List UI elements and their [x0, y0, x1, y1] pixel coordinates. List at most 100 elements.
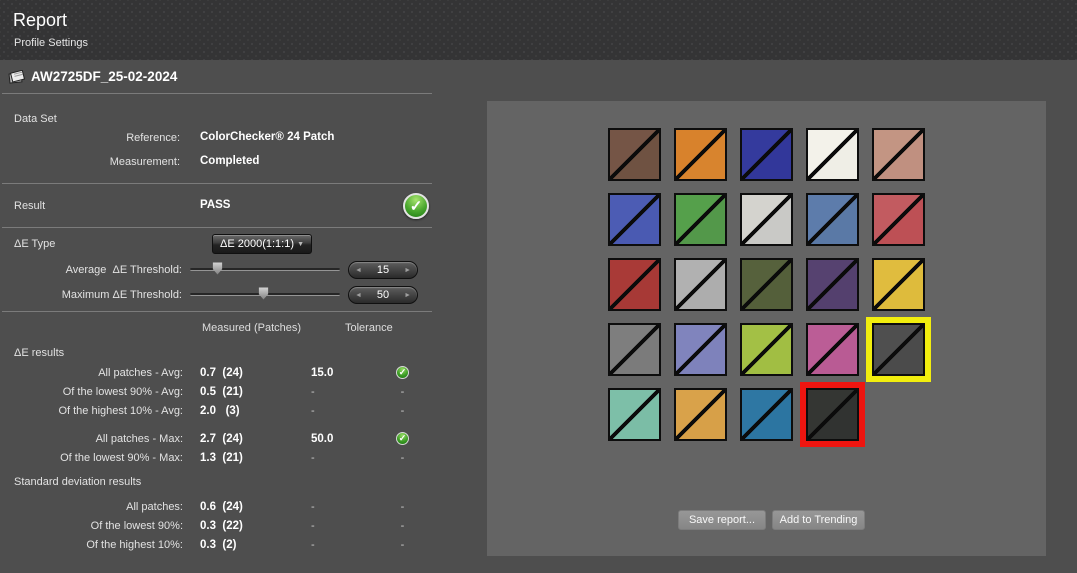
row-label: All patches - Max: [0, 433, 183, 445]
tolerance-value: 50.0 [311, 433, 388, 445]
col-header-measured: Measured (Patches) [202, 322, 301, 334]
max-threshold-value: 50 [362, 289, 404, 301]
color-patch[interactable] [806, 323, 859, 376]
result-row: All patches - Max:2.7 (24)50.0✓ [0, 429, 434, 448]
patch-row [608, 388, 925, 441]
divider [2, 311, 432, 312]
row-label: Of the highest 10%: [0, 539, 183, 551]
result-row: Of the highest 10%:0.3 (2)-- [0, 535, 434, 554]
header-bar: Report Profile Settings [0, 0, 1077, 60]
section-label: ΔE results [0, 339, 434, 363]
chevron-down-icon: ▼ [297, 241, 304, 248]
avg-threshold-value: 15 [362, 264, 404, 276]
status-cell: - [388, 386, 417, 398]
status-cell: - [388, 520, 417, 532]
color-patch[interactable] [806, 258, 859, 311]
measured-value: 0.5 (21) [183, 386, 311, 398]
color-patch[interactable] [674, 323, 727, 376]
max-threshold-label: Maximum ΔE Threshold: [0, 289, 182, 301]
color-patch[interactable] [872, 258, 925, 311]
max-threshold-stepper[interactable]: ◄ 50 ► [348, 286, 418, 304]
color-patch[interactable] [740, 258, 793, 311]
tolerance-value: - [311, 501, 388, 513]
reference-label: Reference: [0, 132, 180, 144]
color-patch[interactable] [740, 128, 793, 181]
spacer [0, 420, 434, 429]
color-patch[interactable] [674, 258, 727, 311]
color-patch[interactable] [806, 193, 859, 246]
profile-row: AW2725DF_25-02-2024 [8, 69, 177, 84]
tolerance-value: 15.0 [311, 367, 388, 379]
de-type-label: ΔE Type [14, 238, 55, 250]
profile-name: AW2725DF_25-02-2024 [31, 69, 177, 84]
color-patch-selected[interactable] [872, 323, 925, 376]
result-row: All patches:0.6 (24)-- [0, 497, 434, 516]
result-row: Of the lowest 90%:0.3 (22)-- [0, 516, 434, 535]
color-patch[interactable] [674, 128, 727, 181]
stepper-right-icon[interactable]: ► [404, 267, 411, 274]
tolerance-value: - [311, 539, 388, 551]
section-label: Standard deviation results [0, 467, 434, 497]
row-label: All patches - Avg: [0, 367, 183, 379]
max-threshold-slider-thumb[interactable] [258, 287, 269, 300]
color-patch[interactable] [740, 323, 793, 376]
page-subtitle: Profile Settings [14, 37, 88, 49]
color-patch[interactable] [674, 193, 727, 246]
patch-row [608, 128, 925, 181]
status-cell: - [388, 539, 417, 551]
stepper-left-icon[interactable]: ◄ [355, 292, 362, 299]
add-to-trending-button[interactable]: Add to Trending [772, 510, 865, 530]
measured-value: 0.3 (22) [183, 520, 311, 532]
result-row: Of the lowest 90% - Max:1.3 (21)-- [0, 448, 434, 467]
status-cell: - [388, 405, 417, 417]
result-label: Result [14, 200, 45, 212]
color-patch[interactable] [872, 193, 925, 246]
color-patch[interactable] [806, 128, 859, 181]
report-icon [8, 70, 25, 84]
color-patch[interactable] [608, 388, 661, 441]
color-patch-selected[interactable] [806, 388, 859, 441]
divider [2, 183, 432, 184]
divider [2, 227, 432, 228]
status-cell: - [388, 452, 417, 464]
patch-row [608, 323, 925, 376]
avg-threshold-slider-thumb[interactable] [212, 262, 223, 275]
tolerance-value: - [311, 452, 388, 464]
row-label: Of the lowest 90% - Avg: [0, 386, 183, 398]
result-value: PASS [200, 199, 230, 211]
status-cell: ✓ [388, 432, 417, 445]
color-patch[interactable] [608, 193, 661, 246]
patch-panel: Save report... Add to Trending [487, 101, 1046, 556]
divider [2, 93, 432, 94]
pass-check-icon: ✓ [403, 193, 429, 219]
status-cell: - [388, 501, 417, 513]
row-label: Of the lowest 90%: [0, 520, 183, 532]
tolerance-value: - [311, 405, 388, 417]
stepper-right-icon[interactable]: ► [404, 292, 411, 299]
measurement-label: Measurement: [0, 156, 180, 168]
de-type-selected: ΔE 2000(1:1:1) [220, 238, 294, 250]
color-patch[interactable] [608, 258, 661, 311]
patch-row [608, 193, 925, 246]
measured-value: 0.6 (24) [183, 501, 311, 513]
de-type-dropdown[interactable]: ΔE 2000(1:1:1) ▼ [212, 234, 312, 254]
tolerance-value: - [311, 520, 388, 532]
row-label: Of the lowest 90% - Max: [0, 452, 183, 464]
color-patch[interactable] [872, 128, 925, 181]
color-patch[interactable] [674, 388, 727, 441]
save-report-button[interactable]: Save report... [678, 510, 766, 530]
color-patch[interactable] [608, 323, 661, 376]
status-cell: ✓ [388, 366, 417, 379]
color-patch[interactable] [740, 388, 793, 441]
avg-threshold-slider[interactable] [190, 268, 340, 271]
color-patch[interactable] [608, 128, 661, 181]
stepper-left-icon[interactable]: ◄ [355, 267, 362, 274]
avg-threshold-stepper[interactable]: ◄ 15 ► [348, 261, 418, 279]
avg-threshold-label: Average ΔE Threshold: [0, 264, 182, 276]
reference-value: ColorChecker® 24 Patch [200, 131, 334, 143]
measurement-value: Completed [200, 155, 259, 167]
tolerance-value: - [311, 386, 388, 398]
color-patch[interactable] [740, 193, 793, 246]
dataset-section-label: Data Set [14, 113, 57, 125]
pass-check-icon: ✓ [396, 366, 409, 379]
